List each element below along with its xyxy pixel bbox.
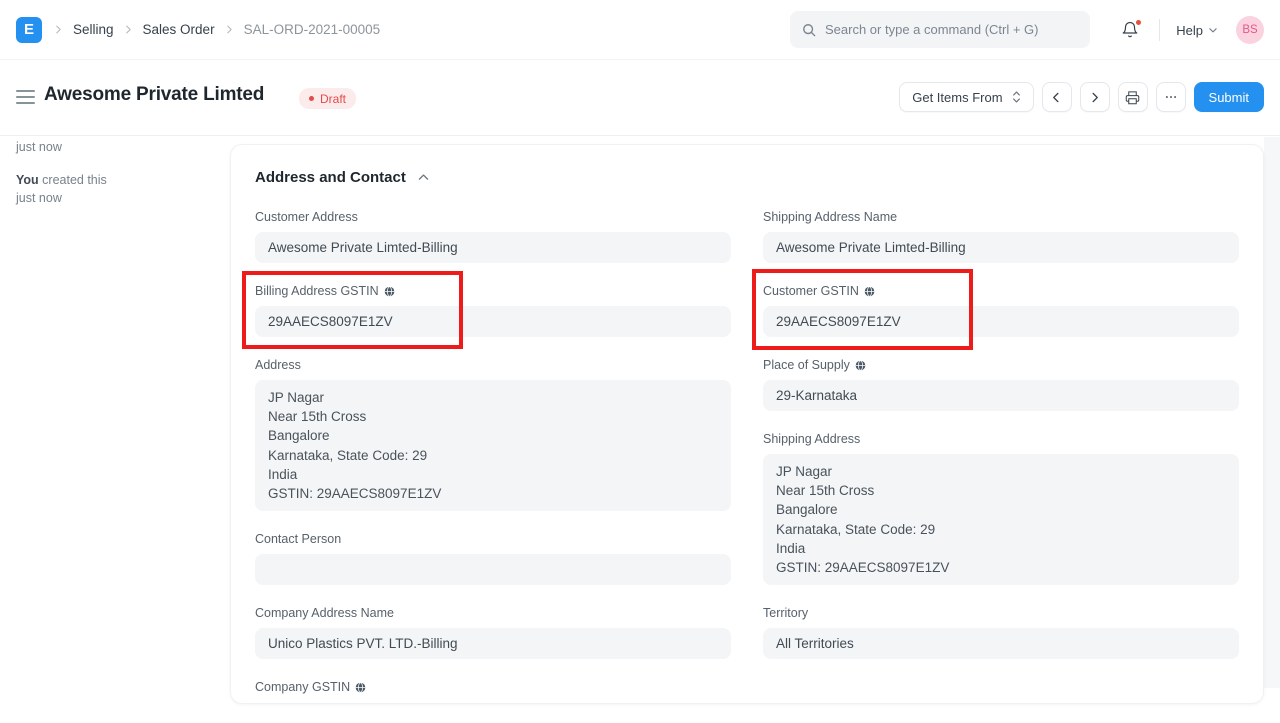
breadcrumb-sales-order[interactable]: Sales Order bbox=[143, 22, 215, 37]
status-badge: Draft bbox=[299, 88, 356, 109]
chevron-down-icon bbox=[1208, 25, 1218, 35]
global-search-input[interactable]: Search or type a command (Ctrl + G) bbox=[790, 11, 1090, 48]
field-company-address-name: Company Address Name Unico Plastics PVT.… bbox=[255, 606, 731, 659]
notification-dot bbox=[1135, 19, 1142, 26]
form-column-right: Shipping Address Name Awesome Private Li… bbox=[763, 210, 1239, 723]
breadcrumb-selling[interactable]: Selling bbox=[73, 22, 114, 37]
chevron-right-icon bbox=[54, 25, 63, 34]
submit-button[interactable]: Submit bbox=[1194, 82, 1264, 112]
search-icon bbox=[802, 23, 816, 37]
timeline-entry-text: You created this bbox=[16, 171, 107, 189]
field-contact-person: Contact Person bbox=[255, 532, 731, 585]
timeline-author: You bbox=[16, 173, 39, 187]
sidebar-toggle-icon[interactable] bbox=[16, 90, 35, 104]
contact-person-input[interactable] bbox=[255, 554, 731, 585]
notifications-bell-icon[interactable] bbox=[1117, 17, 1143, 43]
next-document-button[interactable] bbox=[1080, 82, 1110, 112]
printer-icon bbox=[1125, 90, 1140, 105]
status-label: Draft bbox=[320, 92, 346, 106]
chevron-up-icon[interactable] bbox=[417, 171, 430, 184]
field-label: Address bbox=[255, 358, 731, 372]
previous-document-button[interactable] bbox=[1042, 82, 1072, 112]
field-billing-address-gstin: Billing Address GSTIN 29AAECS8097E1ZV bbox=[255, 284, 731, 337]
shipping-address-name-input[interactable]: Awesome Private Limted-Billing bbox=[763, 232, 1239, 263]
page-actions: Get Items From Submit bbox=[899, 82, 1264, 112]
chevron-right-icon bbox=[1089, 92, 1100, 103]
search-placeholder: Search or type a command (Ctrl + G) bbox=[825, 22, 1039, 37]
globe-icon bbox=[355, 682, 366, 693]
chevron-left-icon bbox=[1051, 92, 1062, 103]
menu-ellipsis-button[interactable] bbox=[1156, 82, 1186, 112]
customer-address-input[interactable]: Awesome Private Limted-Billing bbox=[255, 232, 731, 263]
form-column-left: Customer Address Awesome Private Limted-… bbox=[255, 210, 731, 723]
field-label: Company Address Name bbox=[255, 606, 731, 620]
field-label: Company GSTIN bbox=[255, 680, 731, 694]
globe-icon bbox=[855, 360, 866, 371]
section-header[interactable]: Address and Contact bbox=[255, 169, 1239, 186]
help-menu[interactable]: Help bbox=[1176, 23, 1218, 38]
timeline-entry: You created this just now bbox=[16, 171, 107, 207]
page-head: Awesome Private Limted Draft Get Items F… bbox=[0, 60, 1280, 136]
address-textarea[interactable]: JP Nagar Near 15th Cross Bangalore Karna… bbox=[255, 380, 731, 511]
scrollbar-track[interactable] bbox=[1264, 137, 1280, 688]
field-address: Address JP Nagar Near 15th Cross Bangalo… bbox=[255, 358, 731, 511]
field-customer-address: Customer Address Awesome Private Limted-… bbox=[255, 210, 731, 263]
field-customer-gstin: Customer GSTIN 29AAECS8097E1ZV bbox=[763, 284, 1239, 337]
chevron-right-icon bbox=[225, 25, 234, 34]
form-section-card: Address and Contact Customer Address Awe… bbox=[230, 144, 1264, 704]
get-items-from-label: Get Items From bbox=[912, 90, 1002, 105]
navbar-divider bbox=[1159, 19, 1160, 41]
help-label: Help bbox=[1176, 23, 1203, 38]
field-shipping-address: Shipping Address JP Nagar Near 15th Cros… bbox=[763, 432, 1239, 585]
breadcrumb: Selling Sales Order SAL-ORD-2021-00005 bbox=[54, 22, 380, 37]
globe-icon bbox=[384, 286, 395, 297]
field-label: Territory bbox=[763, 606, 1239, 620]
top-navbar: E Selling Sales Order SAL-ORD-2021-00005… bbox=[0, 0, 1280, 60]
page-title: Awesome Private Limted bbox=[44, 84, 264, 106]
customer-gstin-input[interactable]: 29AAECS8097E1ZV bbox=[763, 306, 1239, 337]
field-shipping-address-name: Shipping Address Name Awesome Private Li… bbox=[763, 210, 1239, 263]
field-label: Billing Address GSTIN bbox=[255, 284, 731, 298]
field-label: Shipping Address Name bbox=[763, 210, 1239, 224]
field-label: Place of Supply bbox=[763, 358, 1239, 372]
section-title: Address and Contact bbox=[255, 169, 406, 186]
field-label: Contact Person bbox=[255, 532, 731, 546]
field-label: Customer Address bbox=[255, 210, 731, 224]
company-address-name-input[interactable]: Unico Plastics PVT. LTD.-Billing bbox=[255, 628, 731, 659]
field-company-gstin: Company GSTIN bbox=[255, 680, 731, 702]
timeline-entry-time: just now bbox=[16, 138, 62, 156]
app-logo[interactable]: E bbox=[16, 17, 42, 43]
get-items-from-button[interactable]: Get Items From bbox=[899, 82, 1033, 112]
ellipsis-icon bbox=[1164, 90, 1178, 104]
field-label: Shipping Address bbox=[763, 432, 1239, 446]
user-avatar[interactable]: BS bbox=[1236, 16, 1264, 44]
timeline-entry-time: just now bbox=[16, 189, 107, 207]
select-caret-icon bbox=[1012, 90, 1021, 104]
breadcrumb-document-id: SAL-ORD-2021-00005 bbox=[244, 22, 381, 37]
field-territory: Territory All Territories bbox=[763, 606, 1239, 659]
field-label: Customer GSTIN bbox=[763, 284, 1239, 298]
chevron-right-icon bbox=[124, 25, 133, 34]
globe-icon bbox=[864, 286, 875, 297]
place-of-supply-input[interactable]: 29-Karnataka bbox=[763, 380, 1239, 411]
territory-input[interactable]: All Territories bbox=[763, 628, 1239, 659]
billing-address-gstin-input[interactable]: 29AAECS8097E1ZV bbox=[255, 306, 731, 337]
print-button[interactable] bbox=[1118, 82, 1148, 112]
navbar-right-cluster: Help BS bbox=[1117, 0, 1264, 60]
status-dot bbox=[309, 96, 314, 101]
shipping-address-textarea[interactable]: JP Nagar Near 15th Cross Bangalore Karna… bbox=[763, 454, 1239, 585]
field-place-of-supply: Place of Supply 29-Karnataka bbox=[763, 358, 1239, 411]
